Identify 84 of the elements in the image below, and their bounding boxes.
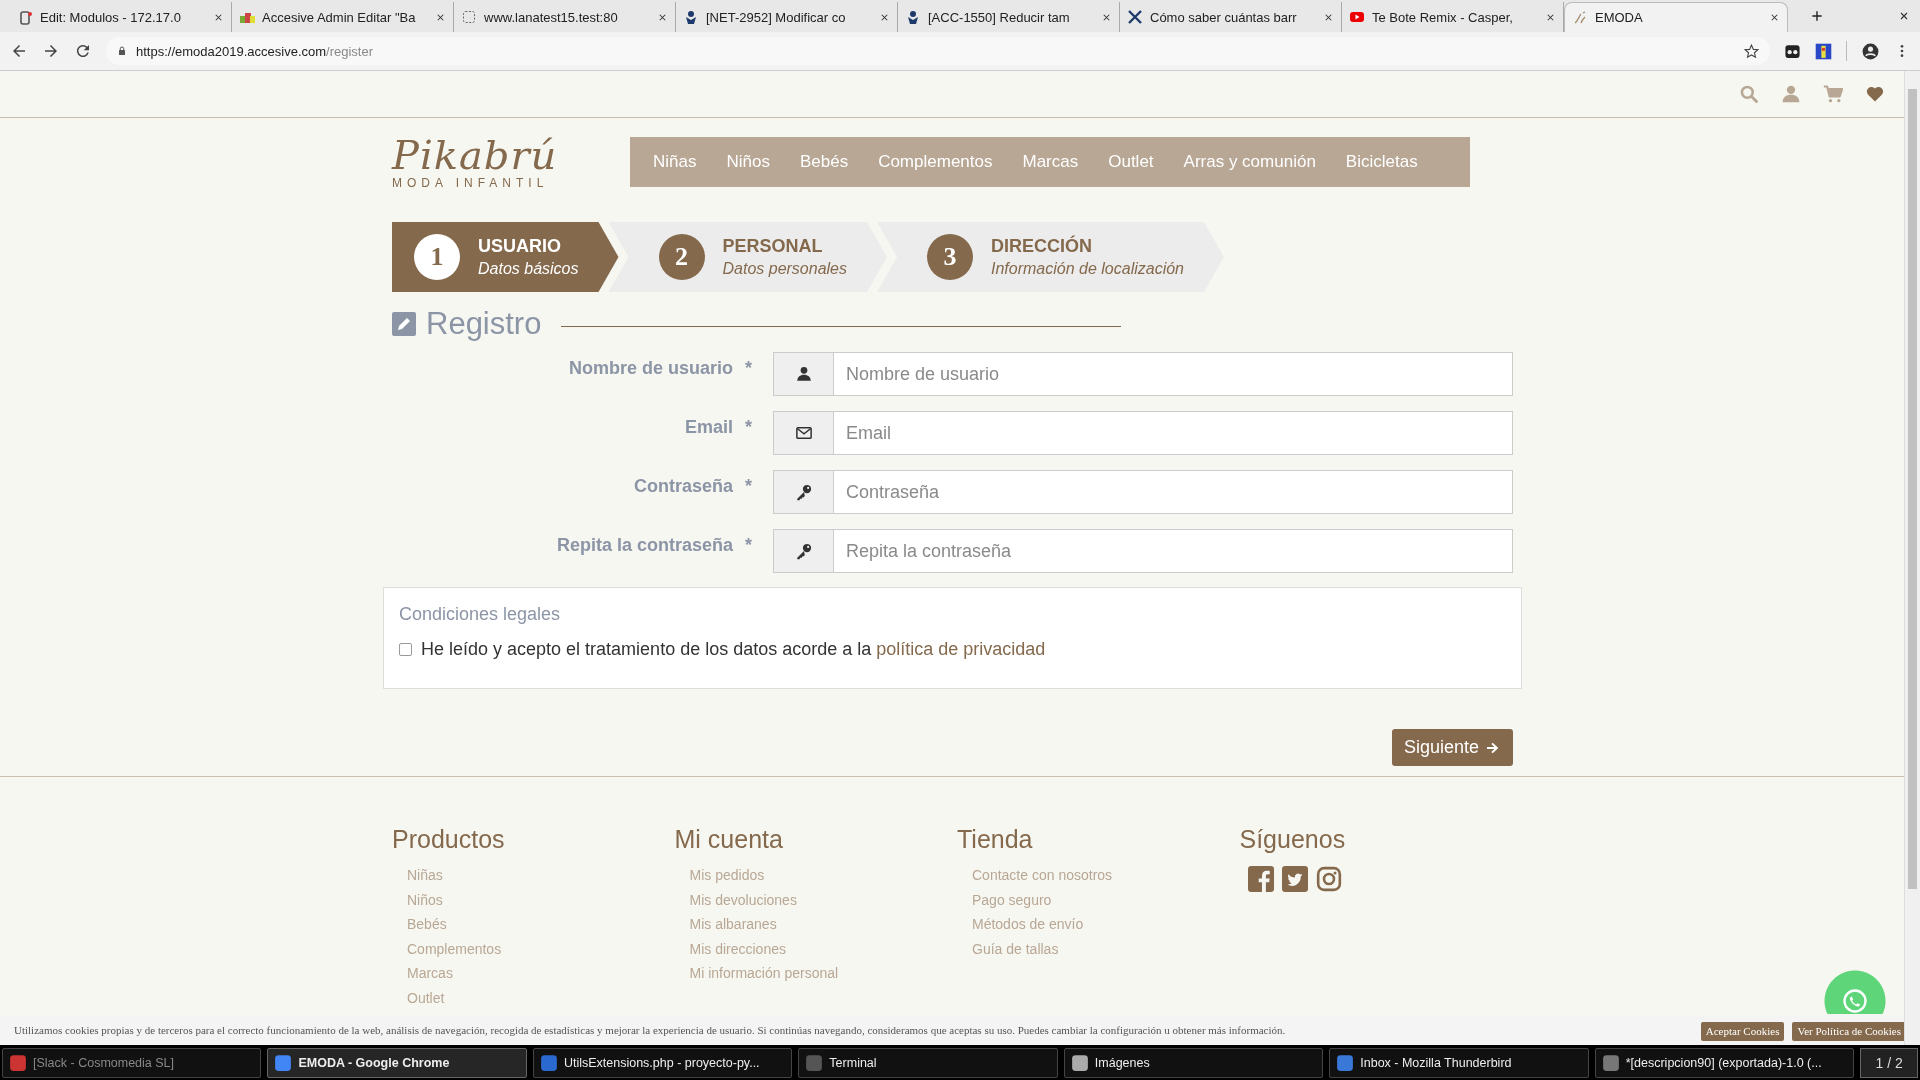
checkbox[interactable] xyxy=(399,643,412,656)
cookie-text: Utilizamos cookies propias y de terceros para el correcto funcionamiento de la web, análisis de navegación, recogida de estadísticas y mejorar la experiencia de usuario. Si continúas navegando, consideramos que aceptas su uso. Puedes cambiar la configuración u obtener más información. xyxy=(14,1024,1287,1036)
taskbar-item[interactable]: Terminal xyxy=(798,1047,1058,1078)
address-field[interactable]: https://emoda2019.accesive.com/register xyxy=(136,43,374,59)
step-subtitle: Información de localización xyxy=(991,260,1184,278)
step-number: 3 xyxy=(927,234,973,280)
app-icon xyxy=(539,1053,558,1072)
form-heading: Registro xyxy=(426,306,542,342)
field-label: Email xyxy=(684,417,733,439)
app-icon xyxy=(1601,1053,1620,1072)
footer-heading: Síguenos xyxy=(1239,825,1347,854)
next-button[interactable]: Siguiente xyxy=(1391,729,1513,766)
user-icon xyxy=(794,365,813,383)
scissors-icon xyxy=(1127,9,1143,25)
required-mark: * xyxy=(745,358,752,380)
scrollbar[interactable] xyxy=(1904,71,1920,1045)
step-subtitle: Datos personales xyxy=(722,260,847,278)
workspace-switcher[interactable]: 1 / 2 xyxy=(1860,1047,1919,1078)
extension-icon[interactable] xyxy=(1815,42,1832,60)
envelope-icon xyxy=(794,424,813,442)
step-subtitle: Datos básicos xyxy=(478,260,579,278)
heart-icon[interactable] xyxy=(1865,84,1885,104)
input-field[interactable]: Nombre de usuario xyxy=(833,352,1513,396)
key-icon xyxy=(794,542,813,560)
privacy-link[interactable]: política de privacidad xyxy=(876,639,1046,659)
dashed-square-icon xyxy=(461,9,477,25)
facebook-icon[interactable] xyxy=(1247,866,1274,892)
input-field[interactable]: Repita la contraseña xyxy=(833,529,1513,573)
required-mark: * xyxy=(745,535,752,557)
taskbar-item[interactable]: UtilsExtensions.php - proyecto-py... xyxy=(532,1047,793,1078)
edit-icon xyxy=(392,312,416,336)
star-icon[interactable] xyxy=(1743,42,1760,60)
step-number: 2 xyxy=(658,234,705,280)
app-icon xyxy=(1336,1053,1355,1072)
app-icon xyxy=(805,1053,824,1072)
field-label: Contraseña xyxy=(633,476,733,498)
robot-icon xyxy=(905,9,921,25)
taskbar-item[interactable]: *[descripcion90] (exportada)-1.0 (... xyxy=(1594,1047,1855,1078)
footer-heading: Mi cuenta xyxy=(674,825,784,854)
required-mark: * xyxy=(745,476,752,498)
logo-tagline: MODA INFANTIL xyxy=(392,176,549,190)
step-number: 1 xyxy=(414,234,460,280)
field-label: Nombre de usuario xyxy=(568,358,733,380)
extension-icon[interactable] xyxy=(1784,42,1801,60)
account-icon[interactable] xyxy=(1861,41,1880,61)
taskbar-item[interactable]: EMODA - Google Chrome xyxy=(267,1047,527,1078)
wizard-step[interactable]: 1 USUARIO Datos básicos xyxy=(392,222,619,292)
reload-icon[interactable] xyxy=(74,42,92,60)
play-icon xyxy=(1349,9,1365,25)
wizard-step[interactable]: 3 DIRECCIÓN Información de localización xyxy=(877,222,1224,292)
app-icon xyxy=(1070,1053,1089,1072)
field-label: Repita la contraseña xyxy=(556,535,733,557)
footer-heading: Tienda xyxy=(957,825,1034,854)
input-field[interactable]: Email xyxy=(833,411,1513,455)
key-icon xyxy=(794,483,813,501)
taskbar-item[interactable]: Inbox - Mozilla Thunderbird xyxy=(1329,1047,1589,1078)
app-icon xyxy=(9,1053,27,1072)
robot-icon xyxy=(683,9,699,25)
consent-text: He leído y acepto el tratamiento de los datos acorde a la política de privacidad xyxy=(421,639,1046,660)
panel-title: Condiciones legales xyxy=(399,604,562,625)
close-icon[interactable] xyxy=(1898,10,1910,22)
script-letter-icon xyxy=(1572,9,1588,26)
taskbar-item[interactable]: Imágenes xyxy=(1063,1047,1324,1078)
logo[interactable]: Pikabrú xyxy=(392,134,558,176)
taskbar-item[interactable]: [Slack - Cosmomedia SL] xyxy=(2,1047,262,1078)
page-icon xyxy=(17,9,33,25)
step-title: DIRECCIÓN xyxy=(991,236,1094,257)
wizard-step[interactable]: 2 PERSONAL Datos personales xyxy=(608,222,887,292)
forward-icon[interactable] xyxy=(42,42,60,60)
camera-icon[interactable] xyxy=(1315,866,1342,892)
close-icon[interactable] xyxy=(1769,12,1780,23)
step-title: PERSONAL xyxy=(722,236,824,257)
lock-icon xyxy=(116,45,128,57)
step-title: USUARIO xyxy=(478,236,562,257)
cookie-button[interactable]: Ver Política de Cookies xyxy=(1792,1021,1906,1041)
browser-tab[interactable]: EMODA xyxy=(1564,2,1788,32)
footer-heading: Productos xyxy=(392,825,506,854)
cookie-button[interactable]: Aceptar Cookies xyxy=(1700,1021,1785,1041)
bird-icon[interactable] xyxy=(1281,866,1308,892)
app-icon xyxy=(274,1053,293,1072)
input-field[interactable]: Contraseña xyxy=(833,470,1513,514)
phone-icon xyxy=(1841,987,1869,1015)
new-tab-icon[interactable] xyxy=(1810,9,1824,23)
required-mark: * xyxy=(745,417,752,439)
